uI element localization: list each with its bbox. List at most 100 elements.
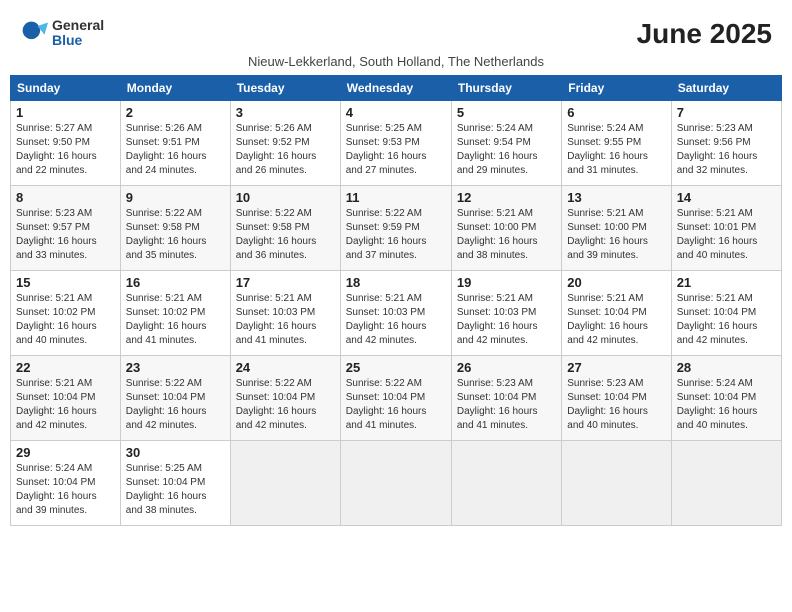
calendar-cell: 23 Sunrise: 5:22 AMSunset: 10:04 PMDayli… (120, 356, 230, 441)
day-number: 7 (677, 105, 776, 120)
calendar-cell (230, 441, 340, 526)
day-info: Sunrise: 5:24 AMSunset: 9:55 PMDaylight:… (567, 122, 665, 178)
calendar-cell: 6 Sunrise: 5:24 AMSunset: 9:55 PMDayligh… (562, 101, 671, 186)
calendar-cell: 16 Sunrise: 5:21 AMSunset: 10:02 PMDayli… (120, 271, 230, 356)
day-number: 4 (346, 105, 446, 120)
weekday-header-sunday: Sunday (11, 76, 121, 101)
day-info: Sunrise: 5:23 AMSunset: 10:04 PMDaylight… (457, 377, 556, 433)
calendar-cell: 1 Sunrise: 5:27 AMSunset: 9:50 PMDayligh… (11, 101, 121, 186)
day-info: Sunrise: 5:23 AMSunset: 9:57 PMDaylight:… (16, 207, 115, 263)
day-number: 1 (16, 105, 115, 120)
day-number: 12 (457, 190, 556, 205)
day-info: Sunrise: 5:21 AMSunset: 10:03 PMDaylight… (236, 292, 335, 348)
weekday-header-friday: Friday (562, 76, 671, 101)
day-number: 19 (457, 275, 556, 290)
day-number: 27 (567, 360, 665, 375)
calendar-cell: 4 Sunrise: 5:25 AMSunset: 9:53 PMDayligh… (340, 101, 451, 186)
day-info: Sunrise: 5:22 AMSunset: 10:04 PMDaylight… (126, 377, 225, 433)
day-info: Sunrise: 5:21 AMSunset: 10:00 PMDaylight… (457, 207, 556, 263)
day-number: 6 (567, 105, 665, 120)
day-info: Sunrise: 5:23 AMSunset: 10:04 PMDaylight… (567, 377, 665, 433)
calendar-cell: 29 Sunrise: 5:24 AMSunset: 10:04 PMDayli… (11, 441, 121, 526)
day-number: 14 (677, 190, 776, 205)
day-number: 28 (677, 360, 776, 375)
day-info: Sunrise: 5:21 AMSunset: 10:03 PMDaylight… (457, 292, 556, 348)
day-number: 20 (567, 275, 665, 290)
calendar-cell (671, 441, 781, 526)
week-row-3: 15 Sunrise: 5:21 AMSunset: 10:02 PMDayli… (11, 271, 782, 356)
calendar-cell: 25 Sunrise: 5:22 AMSunset: 10:04 PMDayli… (340, 356, 451, 441)
logo-blue: Blue (52, 33, 104, 48)
calendar-table: SundayMondayTuesdayWednesdayThursdayFrid… (10, 75, 782, 526)
logo: General Blue (20, 18, 104, 49)
day-info: Sunrise: 5:21 AMSunset: 10:02 PMDaylight… (16, 292, 115, 348)
day-info: Sunrise: 5:21 AMSunset: 10:03 PMDaylight… (346, 292, 446, 348)
location-title: Nieuw-Lekkerland, South Holland, The Net… (10, 54, 782, 69)
day-number: 15 (16, 275, 115, 290)
day-number: 11 (346, 190, 446, 205)
weekday-header-thursday: Thursday (451, 76, 561, 101)
day-info: Sunrise: 5:22 AMSunset: 10:04 PMDaylight… (236, 377, 335, 433)
calendar-cell: 20 Sunrise: 5:21 AMSunset: 10:04 PMDayli… (562, 271, 671, 356)
day-number: 29 (16, 445, 115, 460)
calendar-cell: 7 Sunrise: 5:23 AMSunset: 9:56 PMDayligh… (671, 101, 781, 186)
day-number: 3 (236, 105, 335, 120)
day-number: 25 (346, 360, 446, 375)
day-info: Sunrise: 5:21 AMSunset: 10:02 PMDaylight… (126, 292, 225, 348)
day-info: Sunrise: 5:25 AMSunset: 9:53 PMDaylight:… (346, 122, 446, 178)
calendar-cell: 10 Sunrise: 5:22 AMSunset: 9:58 PMDaylig… (230, 186, 340, 271)
calendar-cell: 5 Sunrise: 5:24 AMSunset: 9:54 PMDayligh… (451, 101, 561, 186)
weekday-header-wednesday: Wednesday (340, 76, 451, 101)
day-number: 30 (126, 445, 225, 460)
day-number: 8 (16, 190, 115, 205)
calendar-cell: 14 Sunrise: 5:21 AMSunset: 10:01 PMDayli… (671, 186, 781, 271)
calendar-cell: 9 Sunrise: 5:22 AMSunset: 9:58 PMDayligh… (120, 186, 230, 271)
day-number: 10 (236, 190, 335, 205)
day-info: Sunrise: 5:21 AMSunset: 10:01 PMDaylight… (677, 207, 776, 263)
day-number: 18 (346, 275, 446, 290)
week-row-1: 1 Sunrise: 5:27 AMSunset: 9:50 PMDayligh… (11, 101, 782, 186)
month-title: June 2025 (637, 18, 772, 50)
calendar-cell (451, 441, 561, 526)
title-section: June 2025 (637, 18, 772, 50)
day-info: Sunrise: 5:22 AMSunset: 9:58 PMDaylight:… (126, 207, 225, 263)
logo-general: General (52, 18, 104, 33)
day-number: 24 (236, 360, 335, 375)
calendar-cell: 11 Sunrise: 5:22 AMSunset: 9:59 PMDaylig… (340, 186, 451, 271)
day-info: Sunrise: 5:22 AMSunset: 9:58 PMDaylight:… (236, 207, 335, 263)
weekday-header-row: SundayMondayTuesdayWednesdayThursdayFrid… (11, 76, 782, 101)
day-info: Sunrise: 5:21 AMSunset: 10:04 PMDaylight… (16, 377, 115, 433)
day-info: Sunrise: 5:22 AMSunset: 10:04 PMDaylight… (346, 377, 446, 433)
day-info: Sunrise: 5:22 AMSunset: 9:59 PMDaylight:… (346, 207, 446, 263)
day-info: Sunrise: 5:24 AMSunset: 10:04 PMDaylight… (677, 377, 776, 433)
calendar-cell: 3 Sunrise: 5:26 AMSunset: 9:52 PMDayligh… (230, 101, 340, 186)
day-info: Sunrise: 5:21 AMSunset: 10:04 PMDaylight… (567, 292, 665, 348)
calendar-cell: 8 Sunrise: 5:23 AMSunset: 9:57 PMDayligh… (11, 186, 121, 271)
weekday-header-tuesday: Tuesday (230, 76, 340, 101)
day-number: 23 (126, 360, 225, 375)
calendar-cell: 19 Sunrise: 5:21 AMSunset: 10:03 PMDayli… (451, 271, 561, 356)
day-number: 2 (126, 105, 225, 120)
day-info: Sunrise: 5:24 AMSunset: 10:04 PMDaylight… (16, 462, 115, 518)
day-info: Sunrise: 5:27 AMSunset: 9:50 PMDaylight:… (16, 122, 115, 178)
day-info: Sunrise: 5:26 AMSunset: 9:51 PMDaylight:… (126, 122, 225, 178)
page-header: General Blue June 2025 (10, 10, 782, 50)
calendar-cell: 13 Sunrise: 5:21 AMSunset: 10:00 PMDayli… (562, 186, 671, 271)
day-number: 17 (236, 275, 335, 290)
day-number: 9 (126, 190, 225, 205)
day-info: Sunrise: 5:23 AMSunset: 9:56 PMDaylight:… (677, 122, 776, 178)
day-info: Sunrise: 5:21 AMSunset: 10:04 PMDaylight… (677, 292, 776, 348)
calendar-cell: 21 Sunrise: 5:21 AMSunset: 10:04 PMDayli… (671, 271, 781, 356)
calendar-cell (562, 441, 671, 526)
calendar-cell: 22 Sunrise: 5:21 AMSunset: 10:04 PMDayli… (11, 356, 121, 441)
calendar-cell: 24 Sunrise: 5:22 AMSunset: 10:04 PMDayli… (230, 356, 340, 441)
calendar-cell: 30 Sunrise: 5:25 AMSunset: 10:04 PMDayli… (120, 441, 230, 526)
week-row-4: 22 Sunrise: 5:21 AMSunset: 10:04 PMDayli… (11, 356, 782, 441)
day-info: Sunrise: 5:25 AMSunset: 10:04 PMDaylight… (126, 462, 225, 518)
calendar-cell: 15 Sunrise: 5:21 AMSunset: 10:02 PMDayli… (11, 271, 121, 356)
weekday-header-saturday: Saturday (671, 76, 781, 101)
calendar-cell: 12 Sunrise: 5:21 AMSunset: 10:00 PMDayli… (451, 186, 561, 271)
day-number: 21 (677, 275, 776, 290)
calendar-cell: 17 Sunrise: 5:21 AMSunset: 10:03 PMDayli… (230, 271, 340, 356)
calendar-cell: 18 Sunrise: 5:21 AMSunset: 10:03 PMDayli… (340, 271, 451, 356)
